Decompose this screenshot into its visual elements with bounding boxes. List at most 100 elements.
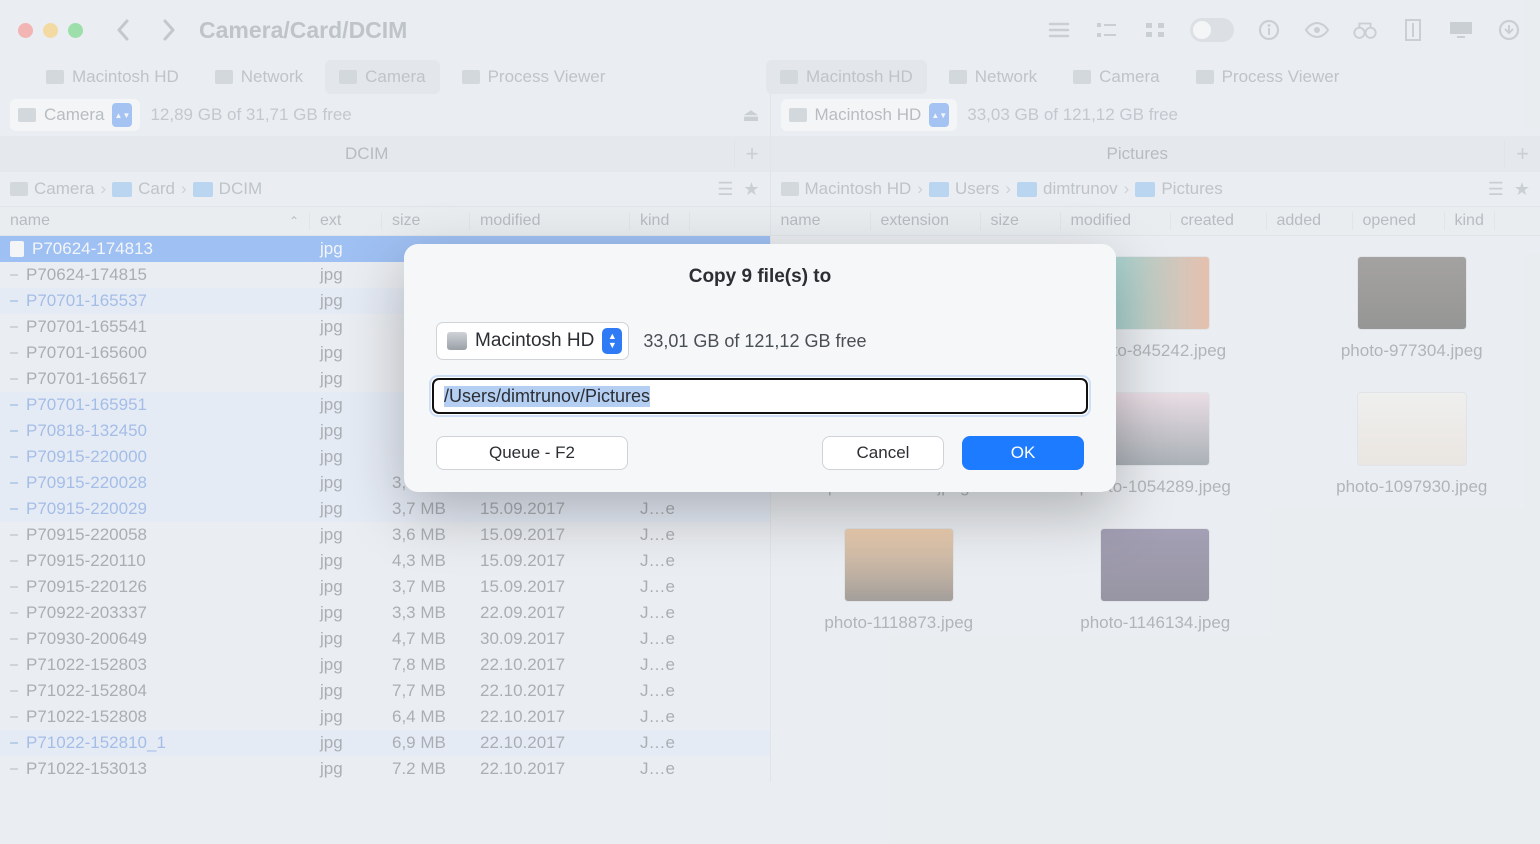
cancel-button[interactable]: Cancel: [822, 436, 944, 470]
close-window-button[interactable]: [18, 23, 33, 38]
dest-free-space: 33,01 GB of 121,12 GB free: [643, 331, 866, 352]
dialog-title: Copy 9 file(s) to: [404, 244, 1116, 322]
dest-path-input[interactable]: [432, 378, 1088, 414]
left-breadcrumb: Camera›Card›DCIM☰★: [0, 172, 770, 206]
view-columns-icon[interactable]: [1094, 17, 1120, 43]
ok-button[interactable]: OK: [962, 436, 1084, 470]
left-tab-label[interactable]: DCIM: [0, 144, 734, 164]
file-row[interactable]: P71022-152808jpg6,4 MB22.10.2017J…e: [0, 704, 770, 730]
thumb-item[interactable]: photo-1118873.jpeg: [781, 528, 1018, 634]
queue-button[interactable]: Queue - F2: [436, 436, 628, 470]
dest-volume-select[interactable]: Macintosh HD ▲▼: [436, 322, 629, 360]
source-tab[interactable]: Process Viewer: [448, 60, 620, 94]
left-add-tab-button[interactable]: +: [734, 141, 770, 167]
col-created[interactable]: created: [1171, 212, 1267, 230]
chevron-updown-icon: ▲▼: [602, 328, 622, 354]
list-icon[interactable]: ☰: [717, 179, 733, 200]
col-size[interactable]: size: [382, 212, 470, 230]
source-tab[interactable]: Process Viewer: [1182, 60, 1354, 94]
thumb-item[interactable]: photo-977304.jpeg: [1294, 256, 1531, 362]
right-tab-header: Pictures +: [771, 136, 1540, 172]
dash-icon: [10, 742, 18, 744]
file-row[interactable]: P71022-152803jpg7,8 MB22.10.2017J…e: [0, 652, 770, 678]
col-kind[interactable]: kind: [630, 212, 690, 230]
dash-icon: [10, 638, 18, 640]
file-row[interactable]: P71022-152804jpg7,7 MB22.10.2017J…e: [0, 678, 770, 704]
left-volume-free: 12,89 GB of 31,71 GB free: [150, 105, 351, 125]
star-icon[interactable]: ★: [1514, 179, 1530, 200]
view-grid-icon[interactable]: [1142, 17, 1168, 43]
col-name[interactable]: name⌃: [0, 212, 310, 230]
file-row[interactable]: P70915-220058jpg3,6 MB15.09.2017J…e: [0, 522, 770, 548]
dash-icon: [10, 300, 18, 302]
thumb-item[interactable]: photo-1146134.jpeg: [1037, 528, 1274, 634]
source-tab[interactable]: Macintosh HD: [766, 60, 927, 94]
right-volume-select[interactable]: Macintosh HD ▲▼: [781, 99, 958, 131]
folder-icon: [112, 182, 132, 197]
binoculars-icon[interactable]: [1352, 17, 1378, 43]
crumb-segment[interactable]: DCIM: [219, 179, 262, 199]
eject-icon[interactable]: ⏏: [742, 105, 759, 126]
thumb-image: [1100, 392, 1210, 466]
star-icon[interactable]: ★: [743, 179, 759, 200]
source-tab[interactable]: Network: [935, 60, 1051, 94]
view-list-icon[interactable]: [1046, 17, 1072, 43]
right-add-tab-button[interactable]: +: [1504, 141, 1540, 167]
left-columns: name⌃ ext size modified kind: [0, 206, 770, 236]
file-row[interactable]: P70915-220110jpg4,3 MB15.09.2017J…e: [0, 548, 770, 574]
dash-icon: [10, 534, 18, 536]
info-icon[interactable]: [1256, 17, 1282, 43]
folder-icon: [1135, 182, 1155, 197]
monitor-icon[interactable]: [1448, 17, 1474, 43]
crumb-segment[interactable]: Card: [138, 179, 175, 199]
col-ext[interactable]: ext: [310, 212, 382, 230]
file-row[interactable]: P71022-152810_1jpg6,9 MB22.10.2017J…e: [0, 730, 770, 756]
sort-asc-icon: ⌃: [289, 214, 299, 228]
source-tab[interactable]: Camera: [1059, 60, 1173, 94]
crumb-segment[interactable]: Camera: [34, 179, 94, 199]
col-added[interactable]: added: [1267, 212, 1353, 230]
list-icon[interactable]: ☰: [1488, 179, 1504, 200]
left-sources: Macintosh HDNetworkCamera Process Viewer: [0, 60, 750, 94]
thumb-item[interactable]: photo-1097930.jpeg: [1294, 392, 1531, 498]
minimize-window-button[interactable]: [43, 23, 58, 38]
file-row[interactable]: P70915-220029jpg3,7 MB15.09.2017J…e: [0, 496, 770, 522]
file-row[interactable]: P70922-203337jpg3,3 MB22.09.2017J…e: [0, 600, 770, 626]
col-kind[interactable]: kind: [1445, 212, 1495, 230]
back-button[interactable]: [107, 14, 139, 46]
source-tab[interactable]: Macintosh HD: [32, 60, 193, 94]
maximize-window-button[interactable]: [68, 23, 83, 38]
col-modified[interactable]: modified: [1061, 212, 1171, 230]
dash-icon: [10, 560, 18, 562]
file-row[interactable]: P70930-200649jpg4,7 MB30.09.2017J…e: [0, 626, 770, 652]
preview-icon[interactable]: [1304, 17, 1330, 43]
source-tab[interactable]: Network: [201, 60, 317, 94]
thumb-image: [844, 528, 954, 602]
left-volume-name: Camera: [44, 105, 104, 125]
col-opened[interactable]: opened: [1353, 212, 1445, 230]
col-size[interactable]: size: [981, 212, 1061, 230]
dash-icon: [10, 378, 18, 380]
crumb-segment[interactable]: Pictures: [1161, 179, 1222, 199]
crumb-segment[interactable]: dimtrunov: [1043, 179, 1118, 199]
file-row[interactable]: P70915-220126jpg3,7 MB15.09.2017J…e: [0, 574, 770, 600]
col-name[interactable]: name: [771, 212, 871, 230]
forward-button[interactable]: [153, 14, 185, 46]
crumb-segment[interactable]: Users: [955, 179, 999, 199]
dash-icon: [10, 586, 18, 588]
right-tab-label[interactable]: Pictures: [771, 144, 1505, 164]
thumb-label: photo-1118873.jpeg: [824, 612, 973, 634]
left-volume-select[interactable]: Camera ▲▼: [10, 99, 140, 131]
download-icon[interactable]: [1496, 17, 1522, 43]
thumb-label: photo-977304.jpeg: [1341, 340, 1483, 362]
col-modified[interactable]: modified: [470, 212, 630, 230]
archive-icon[interactable]: [1400, 17, 1426, 43]
crumb-segment[interactable]: Macintosh HD: [805, 179, 912, 199]
file-row[interactable]: P71022-153013jpg7.2 MB22.10.2017J…e: [0, 756, 770, 782]
col-extension[interactable]: extension: [871, 212, 981, 230]
dash-icon: [10, 430, 18, 432]
dual-pane-toggle[interactable]: [1190, 18, 1234, 42]
source-tab[interactable]: Camera: [325, 60, 439, 94]
dash-icon: [10, 508, 18, 510]
drive-icon: [789, 108, 807, 122]
